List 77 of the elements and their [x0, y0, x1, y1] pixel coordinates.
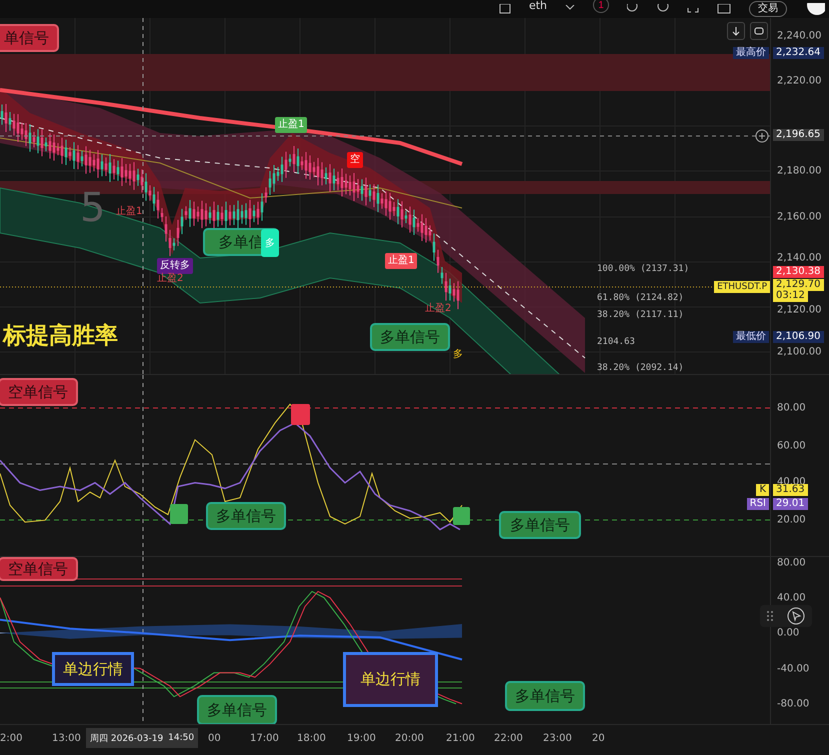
take-profit-label: 止盈1 — [116, 205, 142, 219]
symbol-text[interactable]: eth — [528, 0, 547, 12]
time-label: 23:00 — [543, 733, 572, 744]
price-tick: 2,100.00 — [777, 346, 822, 358]
legend-value: 29.01 — [773, 498, 808, 510]
macd-tick: -40.00 — [777, 664, 810, 674]
high-price-value: 2,232.64 — [773, 47, 824, 59]
reversal-tag: 反转多 — [157, 258, 193, 274]
time-label: 20 — [592, 733, 605, 744]
trade-button[interactable]: 交易 — [749, 1, 787, 17]
sell-marker-icon — [291, 404, 310, 425]
low-price-value: 2,106.90 — [773, 331, 824, 343]
take-profit-tag: 止盈1 — [385, 253, 418, 269]
rsi-tick: 60.00 — [777, 440, 806, 452]
fibonacci-level-label: 38.20% (2117.11) — [597, 310, 684, 320]
time-label: 21:00 — [446, 733, 475, 744]
reset-icon — [754, 26, 764, 36]
long-badge: 多 — [261, 229, 279, 257]
time-label: 20:00 — [395, 733, 424, 744]
fibonacci-level-label: 61.80% (2124.82) — [597, 293, 684, 303]
macd-tick: 80.00 — [777, 558, 806, 568]
price-tick: 2,160.00 — [777, 212, 822, 222]
long-signal-callout: 多单信号 — [499, 511, 581, 539]
rsi-tick: 20.00 — [777, 514, 806, 526]
time-label: 22:00 — [494, 733, 523, 744]
price-tick: 2,120.00 — [777, 304, 822, 316]
overlay-caption: 标提高胜率 — [3, 322, 118, 351]
long-signal-callout: 多单信号 — [505, 681, 585, 711]
price-tick: 2,240.00 — [777, 30, 822, 42]
price-tick: 2,180.00 — [777, 166, 822, 176]
trend-label-box: 单边行情 — [52, 652, 134, 686]
fibonacci-level-label: 2104.63 — [597, 337, 635, 347]
add-icon[interactable] — [755, 129, 769, 143]
arrow-down-icon — [731, 26, 741, 36]
long-signal-callout: 多单信号 — [197, 695, 277, 724]
short-signal-callout: 单信号 — [0, 24, 59, 52]
macd-tick: 0.00 — [777, 628, 800, 638]
short-signal-callout: 空单信号 — [0, 557, 78, 581]
rsi-tick: 80.00 — [777, 402, 806, 414]
macd-tick: 40.00 — [777, 592, 806, 604]
legend-name: RSI — [746, 498, 769, 510]
drag-handle-icon[interactable] — [767, 610, 773, 622]
macd-tick: -80.00 — [777, 698, 810, 710]
long-signal-callout: 多单信号 — [370, 323, 450, 351]
buy-marker-icon — [453, 507, 470, 525]
interval-button[interactable]: 1 — [593, 0, 609, 13]
crosshair-price: 2,196.65 — [773, 129, 824, 141]
scroll-down-button[interactable] — [727, 22, 745, 40]
short-signal-callout: 空单信号 — [0, 378, 78, 406]
mark-price: 2,129.70 — [773, 279, 824, 291]
last-price: 2,130.38 — [773, 266, 824, 278]
time-label: 00 — [208, 733, 221, 744]
high-price-label: 最高价 — [733, 47, 769, 59]
fibonacci-level-label: 38.20% (2092.14) — [597, 363, 684, 373]
price-tick: 2,220.00 — [777, 76, 822, 86]
price-tick: 2,140.00 — [777, 252, 822, 264]
countdown: 03:12 — [773, 290, 808, 302]
time-label: 2:00 — [0, 733, 22, 744]
crosshair-time-label: 周四 2026-03-19 14:50 — [86, 728, 198, 748]
take-profit-label: 止盈2 — [425, 302, 452, 316]
time-label: 17:00 — [250, 733, 279, 744]
cursor-icon[interactable] — [787, 607, 805, 625]
long-label: 多 — [453, 348, 463, 362]
short-tag: 空 — [347, 152, 363, 168]
fibonacci-level-label: 100.00% (2137.31) — [597, 264, 690, 274]
trend-label-box: 单边行情 — [343, 652, 438, 707]
low-price-label: 最低价 — [733, 331, 769, 343]
symbol-tag: ETHUSDT.P — [714, 281, 770, 293]
time-label: 19:00 — [347, 733, 376, 744]
long-signal-callout: 多单信号 — [206, 502, 286, 530]
buy-marker-icon — [170, 504, 188, 524]
reset-button[interactable] — [750, 22, 768, 40]
legend-name: K — [756, 484, 769, 496]
take-profit-label: 止盈2 — [157, 272, 184, 286]
take-profit-tag: 止盈1 — [275, 117, 308, 133]
time-label: 13:00 — [52, 733, 81, 744]
time-label: 18:00 — [297, 733, 326, 744]
